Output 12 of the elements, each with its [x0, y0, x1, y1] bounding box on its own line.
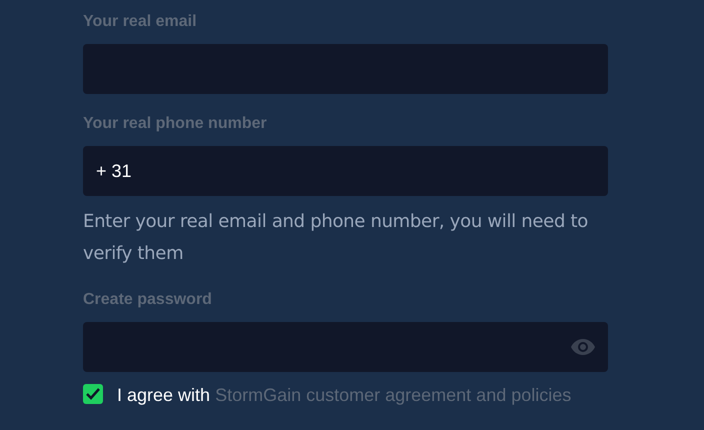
- input-field[interactable]: [83, 44, 608, 94]
- helper-text: Enter your real email and phone number, you will need to verify them: [83, 210, 589, 266]
- field-label: Your real phone number: [83, 114, 268, 134]
- eye-icon[interactable]: [571, 338, 595, 356]
- agreement-text: I agree with StormGain customer agreement and policies: [117, 384, 572, 406]
- input-field[interactable]: + 31: [83, 146, 608, 196]
- agree-checkbox[interactable]: [83, 384, 103, 404]
- check-icon: [86, 388, 100, 400]
- field-input[interactable]: + 31: [96, 158, 595, 184]
- field-label: Your real email: [83, 12, 198, 32]
- input-field[interactable]: [83, 322, 608, 372]
- field-label: Create password: [83, 290, 213, 310]
